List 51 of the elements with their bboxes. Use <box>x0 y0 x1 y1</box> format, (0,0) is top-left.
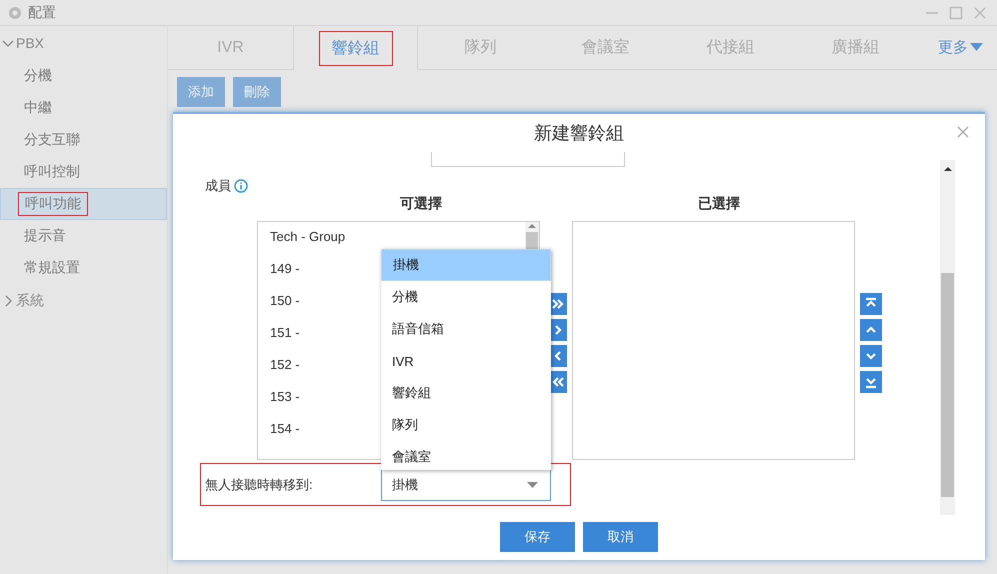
move-top-button[interactable] <box>860 293 882 315</box>
dialog-button[interactable]: 保存 <box>500 522 575 552</box>
input-field[interactable] <box>431 152 625 167</box>
maximize-icon <box>949 6 963 20</box>
sidebar-item[interactable]: 呼叫控制 <box>0 156 167 188</box>
dropdown-option[interactable]: 語音信箱 <box>381 313 551 345</box>
dropdown-option[interactable]: 響鈴組 <box>381 377 551 409</box>
tab[interactable]: 隊列 <box>418 26 543 69</box>
tab[interactable]: 響鈴組 <box>293 26 418 70</box>
close-icon <box>955 124 971 140</box>
sidebar-item[interactable]: 分支互聯 <box>0 124 167 156</box>
sidebar-item[interactable]: 呼叫功能 <box>0 188 167 220</box>
caret-down-icon <box>527 482 538 488</box>
close-icon <box>973 6 987 20</box>
dropdown-option[interactable]: 掛機 <box>381 249 551 281</box>
move-bottom-icon <box>864 375 878 389</box>
move-up-button[interactable] <box>860 319 882 341</box>
gear-icon <box>8 6 22 20</box>
scrollbar-thumb[interactable] <box>941 273 954 497</box>
dialog-button[interactable]: 取消 <box>583 522 658 552</box>
dropdown-option[interactable]: 分機 <box>381 281 551 313</box>
scrollbar[interactable] <box>940 160 955 515</box>
move-down-button[interactable] <box>860 345 882 367</box>
sidebar-group[interactable]: PBX <box>0 26 167 60</box>
sidebar-group[interactable]: 系統 <box>0 284 167 318</box>
sidebar-item[interactable]: 分機 <box>0 60 167 92</box>
dropdown-option[interactable]: 會議室 <box>381 441 551 470</box>
field-label: 無人接聽時轉移到: <box>205 476 314 494</box>
tab[interactable]: 會議室 <box>543 26 668 69</box>
window-title: 配置 <box>28 4 57 22</box>
toolbar-button[interactable]: 刪除 <box>233 77 281 107</box>
more-tab[interactable]: 更多 <box>918 26 997 69</box>
dropdown-option[interactable]: IVR <box>381 345 551 377</box>
sidebar-item[interactable]: 中繼 <box>0 92 167 124</box>
info-icon[interactable] <box>234 179 248 193</box>
column-heading: 可選擇 <box>400 195 442 213</box>
tab[interactable]: 代接組 <box>668 26 793 69</box>
dropdown-option[interactable]: 隊列 <box>381 409 551 441</box>
scroll-up-icon[interactable] <box>942 164 952 174</box>
caret-down-icon <box>970 43 983 52</box>
column-heading: 已選擇 <box>698 195 740 213</box>
minimize-icon <box>926 12 938 14</box>
sidebar-item[interactable]: 提示音 <box>0 220 167 252</box>
dialog-title: 新建響鈴組 <box>534 122 624 145</box>
move-bottom-button[interactable] <box>860 371 882 393</box>
toolbar-button[interactable]: 添加 <box>177 77 225 107</box>
close-button[interactable] <box>955 124 971 140</box>
sidebar-item[interactable]: 常規設置 <box>0 252 167 284</box>
tab[interactable]: 廣播組 <box>793 26 918 69</box>
field-label: 成員 <box>205 177 231 195</box>
tab[interactable]: IVR <box>168 26 293 69</box>
